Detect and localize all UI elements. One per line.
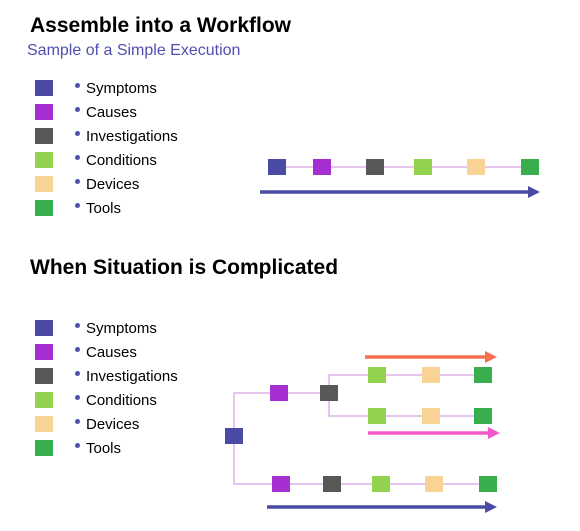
- node-causes: [313, 159, 331, 175]
- node-tools: [474, 367, 492, 383]
- node-investigations: [366, 159, 384, 175]
- node-causes: [272, 476, 290, 492]
- node-investigations: [320, 385, 338, 401]
- node-devices: [425, 476, 443, 492]
- node-conditions: [368, 367, 386, 383]
- node-devices: [422, 367, 440, 383]
- workflow-diagram: [225, 159, 540, 513]
- branch-lower-arrow-head: [488, 427, 500, 439]
- node-conditions: [368, 408, 386, 424]
- node-investigations: [323, 476, 341, 492]
- node-tools: [479, 476, 497, 492]
- node-conditions: [372, 476, 390, 492]
- branch-upper-arrow-head: [485, 351, 497, 363]
- node-tools: [521, 159, 539, 175]
- node-tools: [474, 408, 492, 424]
- node-symptoms: [268, 159, 286, 175]
- bottom-flow-arrow-head: [485, 501, 497, 513]
- node-symptoms: [225, 428, 243, 444]
- node-devices: [467, 159, 485, 175]
- node-devices: [422, 408, 440, 424]
- node-causes: [270, 385, 288, 401]
- node-conditions: [414, 159, 432, 175]
- flow-arrow-head: [528, 186, 540, 198]
